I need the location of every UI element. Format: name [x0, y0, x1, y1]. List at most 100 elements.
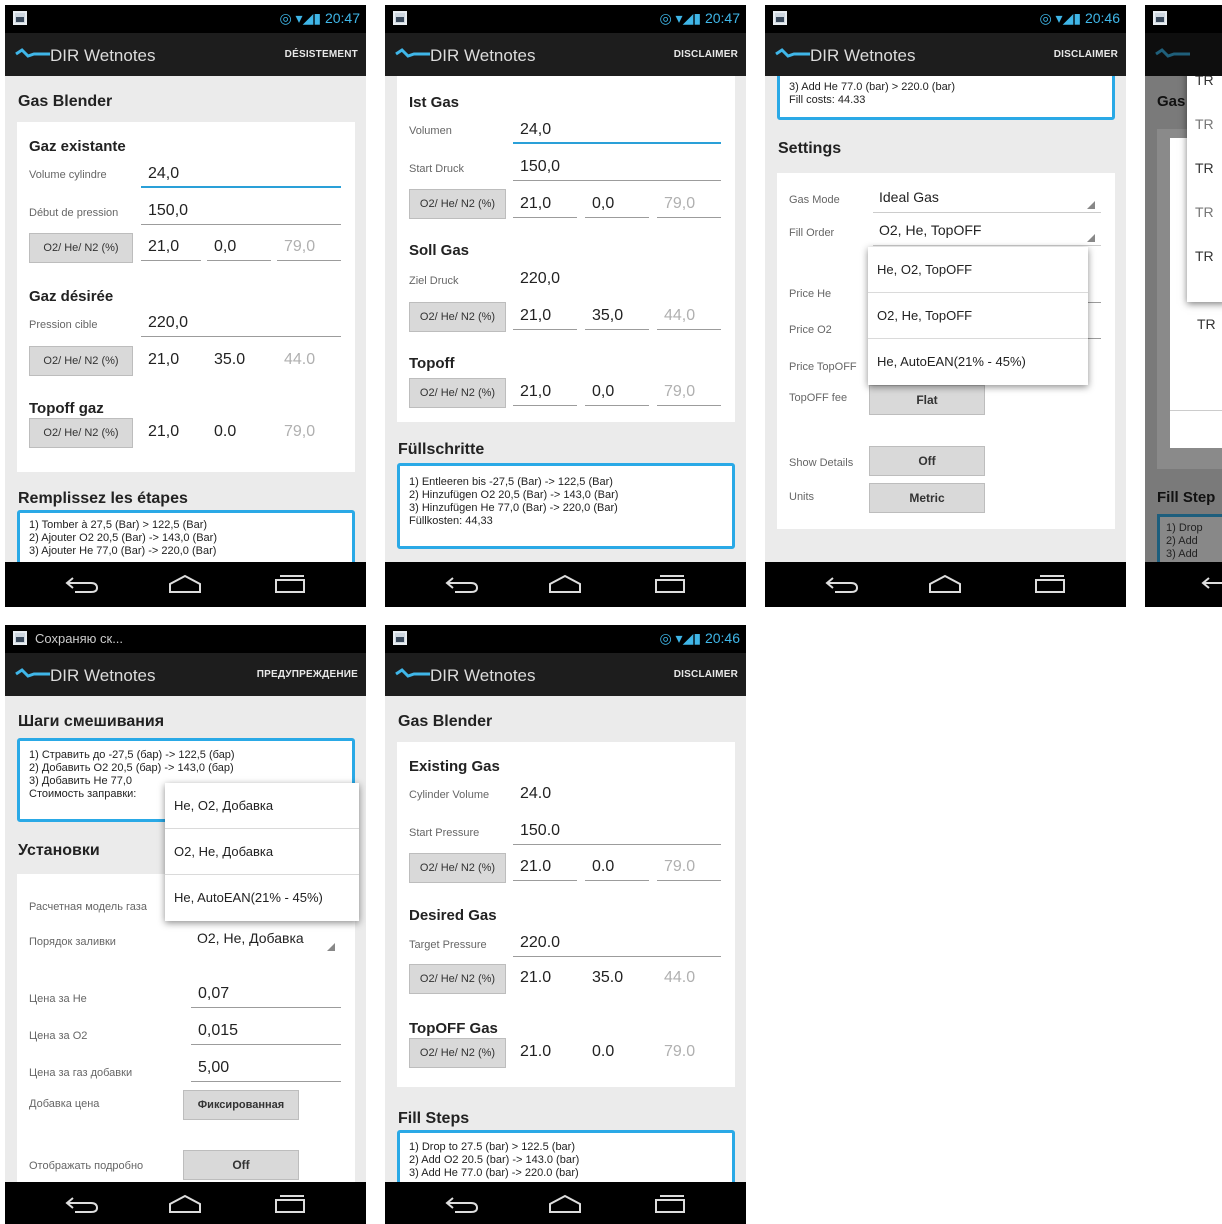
mix-button[interactable]: O2/ He/ N2 (%)	[409, 302, 506, 332]
mix-button[interactable]: O2/ He/ N2 (%)	[409, 853, 506, 883]
volume-input[interactable]: 24,0	[141, 162, 341, 188]
fill-order-option[interactable]: O2, He, TopOFF	[868, 293, 1088, 339]
desired-he-input[interactable]: 35.0	[585, 966, 649, 992]
mix-button[interactable]: O2/ He/ N2 (%)	[409, 189, 506, 219]
disclaimer-button[interactable]: ПРЕДУПРЕЖДЕНИЕ	[257, 669, 358, 680]
fill-order-option[interactable]: He, O2, TopOFF	[868, 247, 1088, 293]
home-icon[interactable]	[927, 574, 963, 594]
home-icon[interactable]	[547, 1194, 583, 1214]
list-item[interactable]: TR	[1197, 316, 1216, 332]
list-item[interactable]: TR	[1195, 204, 1214, 220]
price-topoff-label: Цена за газ добавки	[29, 1067, 133, 1079]
target-pressure-input[interactable]: 220,0	[141, 311, 341, 337]
gas-card: Ist Gas Volumen 24,0 Start Druck 150,0 O…	[397, 76, 735, 422]
step-line: 2) Add	[1166, 535, 1198, 547]
topoff-price-label: Добавка цена	[29, 1098, 100, 1110]
topoff-price-button[interactable]: Фиксированная	[183, 1090, 299, 1120]
disclaimer-button[interactable]: DISCLAIMER	[674, 49, 738, 60]
back-icon[interactable]	[1201, 574, 1222, 594]
volume-input[interactable]: 24,0	[513, 118, 721, 144]
recent-apps-icon[interactable]	[1033, 574, 1067, 594]
section-title: Gas	[1157, 93, 1186, 110]
action-bar: DIR Wetnotes DISCLAIMER	[385, 33, 746, 76]
back-icon[interactable]	[445, 1194, 479, 1214]
list-popup: TR TR TR TR TR	[1187, 76, 1222, 302]
start-pressure-input[interactable]: 150.0	[513, 819, 721, 845]
show-details-button[interactable]: Off	[183, 1150, 299, 1180]
list-item[interactable]: TR	[1195, 76, 1214, 88]
price-he-input[interactable]: 0,07	[191, 982, 341, 1008]
mix-button[interactable]: O2/ He/ N2 (%)	[409, 1038, 506, 1068]
home-icon[interactable]	[167, 574, 203, 594]
existing-he-input[interactable]: 0,0	[207, 235, 271, 261]
mix-button[interactable]: O2/ He/ N2 (%)	[409, 378, 506, 408]
recent-apps-icon[interactable]	[653, 1194, 687, 1214]
topoff-o2-input[interactable]: 21.0	[513, 1040, 577, 1066]
back-icon[interactable]	[825, 574, 859, 594]
list-item[interactable]: TR	[1195, 160, 1214, 176]
existing-o2-input[interactable]: 21.0	[513, 855, 577, 881]
fill-order-option[interactable]: He, AutoEAN(21% - 45%)	[868, 339, 1088, 385]
gas-mode-select[interactable]: Ideal Gas	[873, 189, 1101, 213]
units-button[interactable]: Metric	[869, 483, 985, 513]
start-pressure-input[interactable]: 150,0	[141, 199, 341, 225]
mix-button[interactable]: O2/ He/ N2 (%)	[29, 346, 133, 376]
fill-order-select[interactable]: O2, He, TopOFF	[873, 222, 1101, 246]
start-pressure-input[interactable]: 150,0	[513, 155, 721, 181]
volume-input[interactable]: 24.0	[513, 782, 721, 808]
fill-order-option[interactable]: He, AutoEAN(21% - 45%)	[165, 875, 359, 921]
disclaimer-button[interactable]: DÉSISTEMENT	[285, 49, 358, 60]
topoff-o2-input[interactable]: 21,0	[141, 420, 201, 446]
topoff-he-input[interactable]: 0.0	[207, 420, 271, 446]
disclaimer-button[interactable]: DISCLAIMER	[1054, 49, 1118, 60]
notification-icon	[13, 11, 27, 25]
home-icon[interactable]	[167, 1194, 203, 1214]
soll-o2-input[interactable]: 21,0	[513, 304, 577, 330]
back-icon[interactable]	[65, 1194, 99, 1214]
step-line: 1) Drop to 27.5 (bar) > 122.5 (bar)	[409, 1141, 575, 1153]
desired-o2-input[interactable]: 21.0	[513, 966, 577, 992]
fill-order-option[interactable]: O2, He, Добавка	[165, 829, 359, 875]
ist-he-input[interactable]: 0,0	[585, 192, 649, 218]
topoff-he-input[interactable]: 0,0	[585, 380, 649, 406]
ziel-pressure-input[interactable]: 220,0	[513, 267, 721, 293]
screen-settings: ◎ ▾◢▮ 20:46 DIR Wetnotes DISCLAIMER 3) A…	[765, 5, 1126, 607]
list-item[interactable]: TR	[1195, 248, 1214, 264]
mix-button[interactable]: O2/ He/ N2 (%)	[29, 418, 133, 448]
soll-he-input[interactable]: 35,0	[585, 304, 649, 330]
recent-apps-icon[interactable]	[273, 1194, 307, 1214]
desired-he-input[interactable]: 35.0	[207, 348, 271, 374]
ist-o2-input[interactable]: 21,0	[513, 192, 577, 218]
existing-he-input[interactable]: 0.0	[585, 855, 649, 881]
recent-apps-icon[interactable]	[273, 574, 307, 594]
back-icon[interactable]	[445, 574, 479, 594]
status-bar	[1145, 5, 1222, 33]
mix-button[interactable]: O2/ He/ N2 (%)	[29, 233, 133, 263]
fill-order-select[interactable]: O2, He, Добавка	[191, 930, 341, 954]
topoff-fee-button[interactable]: Flat	[869, 385, 985, 415]
status-notification-text: Сохраняю ск...	[35, 631, 124, 646]
desired-o2-input[interactable]: 21,0	[141, 348, 201, 374]
fill-order-popup: He, O2, Добавка O2, He, Добавка He, Auto…	[165, 783, 359, 921]
show-details-button[interactable]: Off	[869, 446, 985, 476]
gas-card: Gaz existante Volume cylindre 24,0 Début…	[17, 122, 355, 472]
disclaimer-button[interactable]: DISCLAIMER	[674, 669, 738, 680]
step-line: 3) Ajouter He 77,0 (Bar) -> 220,0 (Bar)	[29, 545, 217, 557]
fill-steps-box: 1) Drop to 27.5 (bar) > 122.5 (bar) 2) A…	[397, 1130, 735, 1182]
fill-order-option[interactable]: He, O2, Добавка	[165, 783, 359, 829]
price-o2-input[interactable]: 0,015	[191, 1019, 341, 1045]
back-icon[interactable]	[65, 574, 99, 594]
fill-steps-box: 1) Tomber à 27,5 (Bar) > 122,5 (Bar) 2) …	[17, 510, 355, 562]
target-pressure-input[interactable]: 220.0	[513, 931, 721, 957]
recent-apps-icon[interactable]	[653, 574, 687, 594]
home-icon[interactable]	[547, 574, 583, 594]
mix-button[interactable]: O2/ He/ N2 (%)	[409, 964, 506, 994]
list-item[interactable]: TR	[1195, 116, 1214, 132]
topoff-o2-input[interactable]: 21,0	[513, 380, 577, 406]
topoff-he-input[interactable]: 0.0	[585, 1040, 649, 1066]
app-logo-icon	[775, 48, 810, 58]
existing-o2-input[interactable]: 21,0	[141, 235, 201, 261]
price-topoff-input[interactable]: 5,00	[191, 1056, 341, 1082]
status-bar: ◎ ▾◢▮ 20:47	[385, 5, 746, 33]
status-time: 20:47	[324, 10, 360, 26]
